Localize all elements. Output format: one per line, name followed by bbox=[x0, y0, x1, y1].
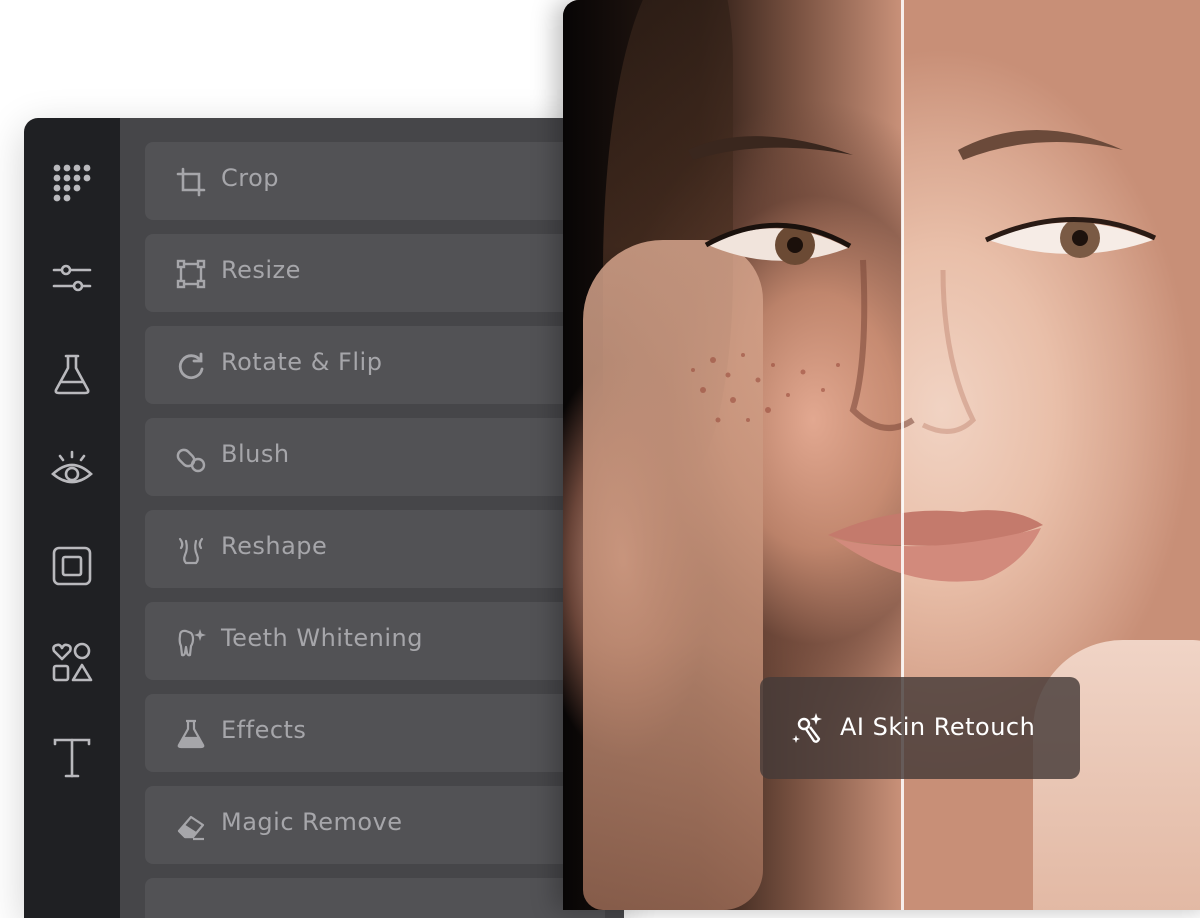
frame-icon bbox=[52, 546, 92, 586]
icon-rail bbox=[24, 118, 120, 918]
tool-resize-label: Resize bbox=[221, 256, 301, 284]
sliders-icon bbox=[52, 264, 92, 292]
tool-magic-remove[interactable]: Magic Remove bbox=[145, 786, 605, 864]
rail-text-button[interactable] bbox=[48, 734, 96, 782]
shapes-icon bbox=[52, 642, 93, 682]
ai-skin-retouch-label: AI Skin Retouch bbox=[840, 713, 1036, 741]
ai-skin-retouch-badge[interactable]: AI Skin Retouch bbox=[760, 677, 1080, 779]
tool-effects-label: Effects bbox=[221, 716, 307, 744]
tool-blush[interactable]: Blush bbox=[145, 418, 605, 496]
resize-icon bbox=[175, 258, 207, 290]
blush-brush-icon bbox=[175, 442, 207, 474]
flask-filled-icon bbox=[175, 718, 207, 750]
tool-rotate-flip[interactable]: Rotate & Flip bbox=[145, 326, 605, 404]
text-icon bbox=[53, 738, 91, 778]
tooth-sparkle-icon bbox=[175, 626, 207, 658]
tool-rotate-flip-label: Rotate & Flip bbox=[221, 348, 383, 376]
crop-icon bbox=[175, 166, 207, 198]
rail-apps-button[interactable] bbox=[48, 158, 96, 206]
eye-icon bbox=[51, 450, 93, 484]
rail-adjust-button[interactable] bbox=[48, 254, 96, 302]
tool-effects[interactable]: Effects bbox=[145, 694, 605, 772]
tool-reshape[interactable]: Reshape bbox=[145, 510, 605, 588]
tool-blush-label: Blush bbox=[221, 440, 290, 468]
tool-resize[interactable]: Resize bbox=[145, 234, 605, 312]
tool-crop-label: Crop bbox=[221, 164, 280, 192]
tool-magic-remove-label: Magic Remove bbox=[221, 808, 403, 836]
rotate-icon bbox=[175, 350, 207, 382]
eraser-icon bbox=[175, 810, 207, 842]
rail-effects-button[interactable] bbox=[48, 350, 96, 398]
tools-menu: Crop Resize Rotate & Flip Blush Reshape bbox=[120, 118, 624, 918]
editor-panel: Crop Resize Rotate & Flip Blush Reshape bbox=[24, 118, 624, 918]
apps-grid-icon bbox=[53, 164, 91, 202]
tool-next-partial[interactable] bbox=[145, 878, 605, 918]
rail-elements-button[interactable] bbox=[48, 638, 96, 686]
tool-teeth-whitening-label: Teeth Whitening bbox=[221, 624, 423, 652]
reshape-icon bbox=[175, 534, 207, 566]
magic-retouch-icon bbox=[792, 713, 822, 743]
rail-eye-button[interactable] bbox=[48, 446, 96, 494]
tool-crop[interactable]: Crop bbox=[145, 142, 605, 220]
tool-reshape-label: Reshape bbox=[221, 532, 328, 560]
tool-teeth-whitening[interactable]: Teeth Whitening bbox=[145, 602, 605, 680]
rail-frame-button[interactable] bbox=[48, 542, 96, 590]
flask-icon bbox=[54, 354, 90, 395]
